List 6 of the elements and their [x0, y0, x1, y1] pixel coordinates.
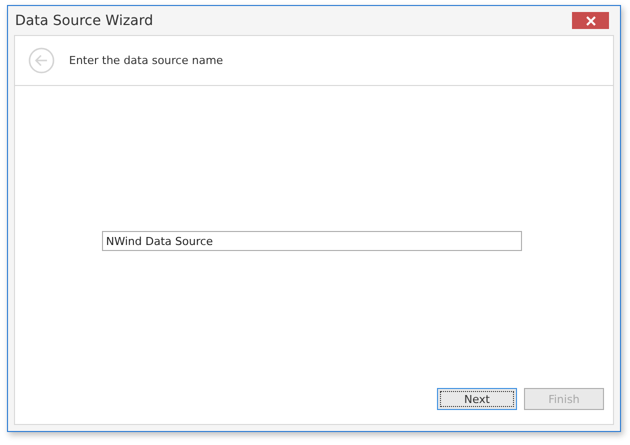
close-button[interactable]	[572, 12, 609, 29]
step-title: Enter the data source name	[69, 54, 224, 67]
window-title: Data Source Wizard	[15, 12, 154, 28]
close-icon	[586, 16, 596, 26]
next-button[interactable]: Next	[437, 388, 517, 410]
data-source-name-field[interactable]: NWind Data Source	[102, 231, 522, 251]
